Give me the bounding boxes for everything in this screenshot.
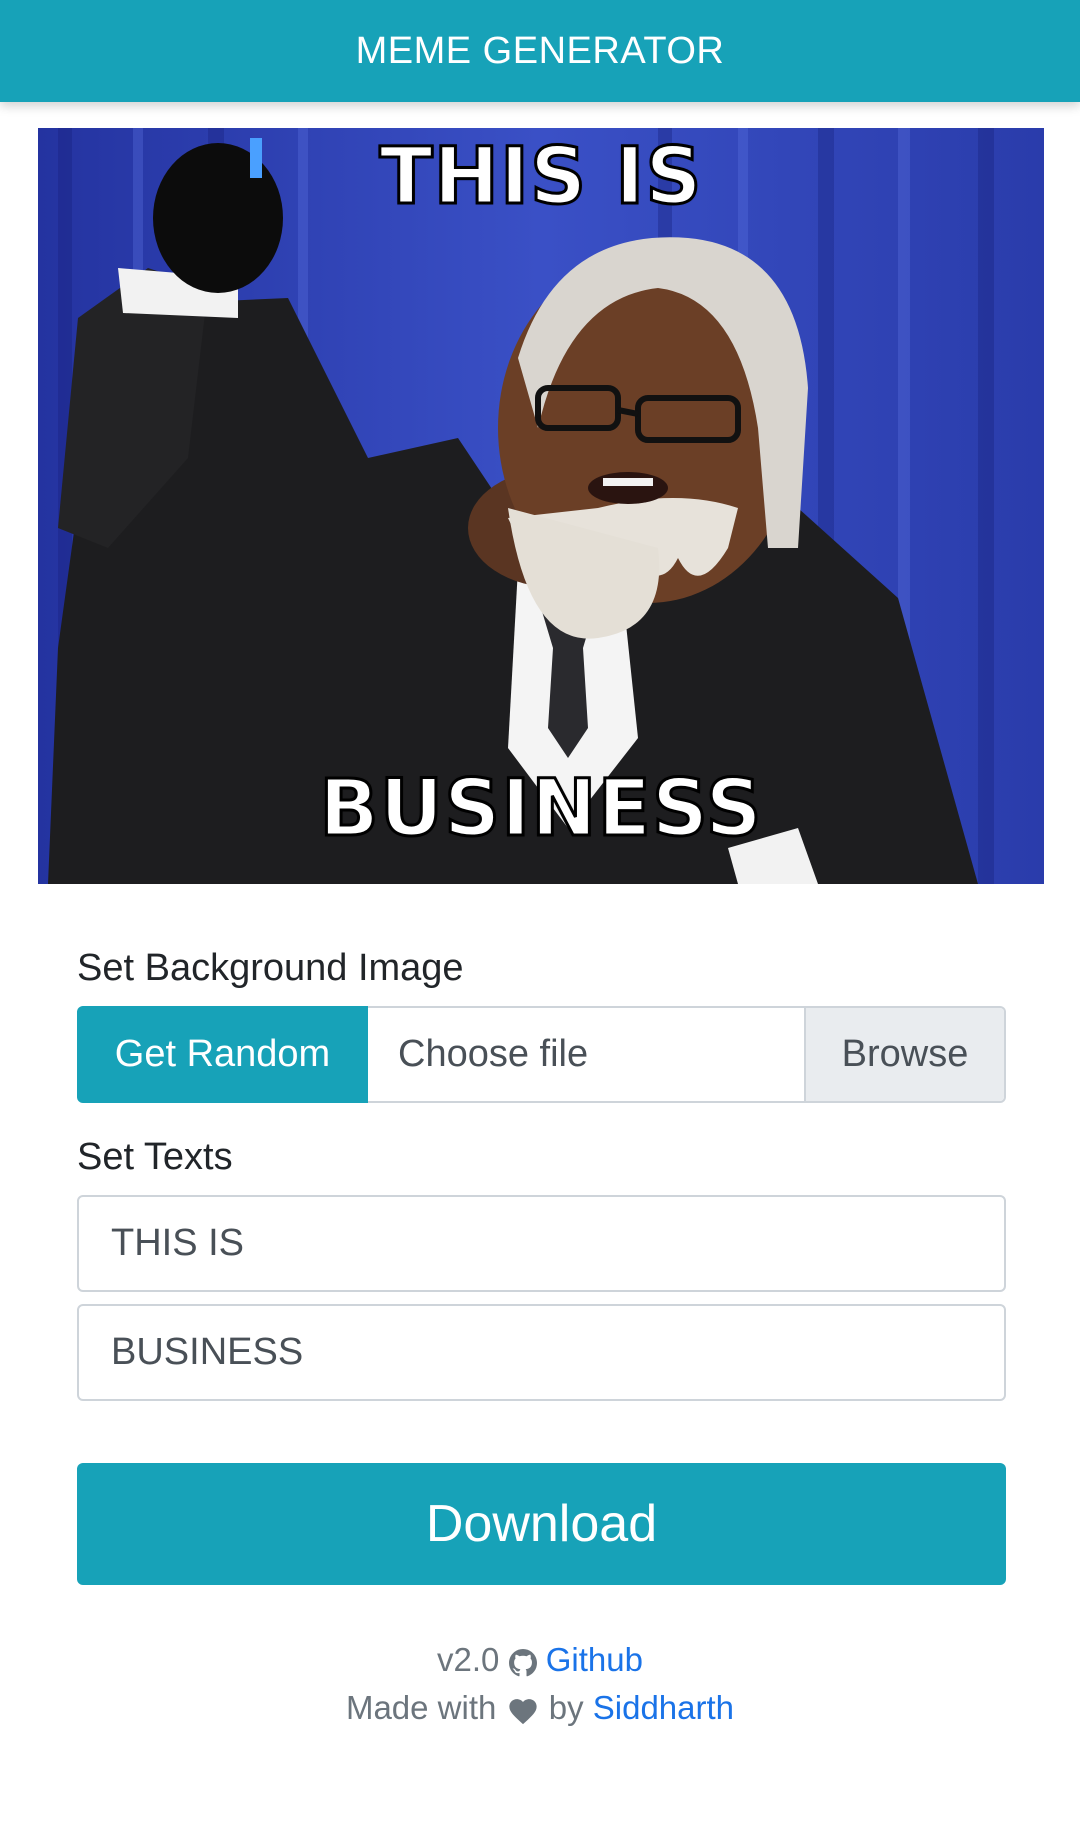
made-with-text: Made with [345, 1689, 497, 1726]
background-file-group: Get Random Choose file Browse [77, 1006, 1006, 1103]
author-link[interactable]: Siddharth [593, 1689, 734, 1726]
file-input[interactable]: Choose file Browse [368, 1006, 1006, 1103]
footer-credit-line: Made with by Siddharth [0, 1684, 1080, 1732]
file-input-placeholder[interactable]: Choose file [368, 1008, 804, 1101]
download-button[interactable]: Download [77, 1463, 1006, 1585]
top-text-input[interactable] [77, 1195, 1006, 1292]
by-text: by [548, 1689, 584, 1726]
meme-bottom-text: BUSINESS [318, 763, 763, 856]
texts-label: Set Texts [77, 1136, 233, 1178]
background-label: Set Background Image [77, 947, 464, 989]
github-link[interactable]: Github [546, 1641, 643, 1678]
browse-button[interactable]: Browse [804, 1008, 1004, 1101]
meme-canvas: THIS IS BUSINESS [38, 128, 1044, 884]
heart-icon [508, 1699, 537, 1725]
navbar: MEME GENERATOR [0, 0, 1080, 102]
version-text: v2.0 [437, 1641, 500, 1678]
app-title: MEME GENERATOR [355, 29, 725, 72]
meme-top-text: THIS IS [378, 131, 703, 224]
footer: v2.0 Github Made with by Siddharth [0, 1636, 1080, 1732]
bottom-text-input[interactable] [77, 1304, 1006, 1401]
meme-form: Set Background Image Get Random Choose f… [77, 940, 1006, 1585]
github-icon [508, 1649, 537, 1677]
footer-version-line: v2.0 Github [0, 1636, 1080, 1684]
get-random-button[interactable]: Get Random [77, 1006, 368, 1103]
